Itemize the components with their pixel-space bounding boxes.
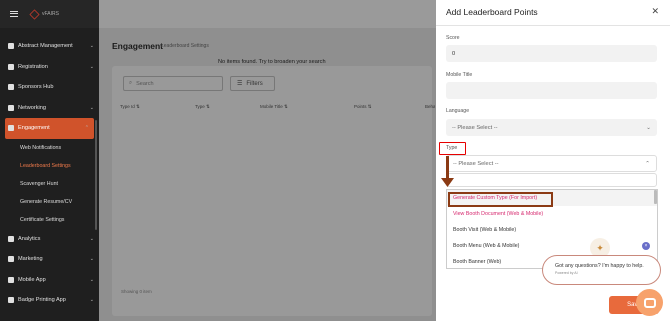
- annotation-arrow-icon: [441, 156, 454, 187]
- column-header[interactable]: Type ⇅: [195, 104, 260, 114]
- sidebar-subitem-leaderboard-settings[interactable]: Leaderboard Settings: [0, 157, 99, 175]
- column-header[interactable]: Type Id ⇅: [120, 104, 195, 114]
- sidebar-subitem-generate-resume[interactable]: Generate Resume/CV: [0, 193, 99, 211]
- logo-mark-icon: [29, 8, 40, 20]
- column-header[interactable]: Points ⇅: [354, 104, 425, 114]
- menu-icon[interactable]: [10, 11, 18, 17]
- chevron-up-icon: ⌃: [84, 125, 89, 132]
- sidebar-scrollbar[interactable]: [95, 120, 97, 230]
- chat-launcher-button[interactable]: [636, 289, 663, 316]
- mobile-title-label: Mobile Title: [446, 72, 473, 78]
- logo-text: vFAIRS: [42, 11, 59, 17]
- table-header: Type Id ⇅ Type ⇅ Mobile Title ⇅ Points ⇅…: [120, 104, 435, 114]
- column-header[interactable]: Beha: [425, 104, 435, 114]
- sidebar-item-label: Networking: [18, 104, 46, 111]
- sidebar-item-engagement[interactable]: Engagement ⌃: [5, 118, 94, 139]
- item-count: Showing 0 item: [121, 289, 152, 294]
- chevron-up-icon: ⌃: [645, 160, 650, 167]
- sidebar-item-sponsors-hub[interactable]: Sponsors Hub: [0, 77, 99, 98]
- chevron-down-icon: ⌄: [646, 124, 651, 131]
- language-select[interactable]: -- Please Select -- ⌄: [446, 119, 657, 136]
- analytics-icon: [8, 235, 14, 242]
- sidebar-item-registration[interactable]: Registration ⌄: [0, 57, 99, 78]
- sidebar-item-mobile-app[interactable]: Mobile App ⌄: [0, 270, 99, 291]
- dropdown-scrollbar[interactable]: [654, 190, 657, 204]
- filters-label: Filters: [246, 80, 263, 87]
- sidebar-item-label: Sponsors Hub: [18, 84, 54, 91]
- search-input[interactable]: ⌕ Search: [123, 76, 223, 91]
- sponsor-icon: [8, 84, 14, 91]
- sidebar-item-label: Badge Printing App: [18, 297, 66, 304]
- mobile-title-field[interactable]: [446, 82, 657, 99]
- column-header[interactable]: Mobile Title ⇅: [260, 104, 354, 114]
- close-icon[interactable]: ✕: [651, 6, 659, 17]
- type-annotation-box: [439, 142, 466, 155]
- chevron-down-icon: ⌄: [89, 276, 94, 283]
- dropdown-option[interactable]: View Booth Document (Web & Mobile): [447, 206, 657, 222]
- dropdown-option[interactable]: Booth Menu (Web & Mobile): [447, 238, 657, 254]
- drawer-title: Add Leaderboard Points: [446, 7, 538, 17]
- document-icon: [8, 43, 14, 50]
- language-value: -- Please Select --: [452, 124, 498, 131]
- sidebar-subitem-certificate-settings[interactable]: Certificate Settings: [0, 211, 99, 229]
- sidebar-item-marketing[interactable]: Marketing ⌄: [0, 249, 99, 270]
- table-card: ⌕ Search ☰ Filters Type Id ⇅ Type ⇅ Mobi…: [112, 66, 435, 316]
- type-select[interactable]: -- Please Select -- ⌃: [446, 155, 657, 172]
- sidebar: vFAIRS Abstract Management ⌄ Registratio…: [0, 0, 99, 321]
- search-icon: ⌕: [129, 80, 133, 86]
- marketing-icon: [8, 256, 14, 263]
- network-icon: [8, 104, 14, 111]
- chevron-down-icon: ⌄: [89, 104, 94, 111]
- sidebar-item-label: Analytics: [18, 235, 41, 242]
- filters-button[interactable]: ☰ Filters: [230, 76, 275, 91]
- user-icon: [8, 63, 14, 70]
- option-annotation-box: [448, 192, 553, 207]
- type-search-input[interactable]: [446, 173, 657, 187]
- search-placeholder: Search: [136, 80, 154, 87]
- language-label: Language: [446, 108, 470, 114]
- sidebar-item-label: Marketing: [18, 256, 43, 263]
- engagement-icon: [8, 125, 14, 132]
- score-label: Score: [446, 35, 460, 41]
- page-title: Engagement: [112, 41, 164, 51]
- score-field[interactable]: 0: [446, 45, 657, 62]
- sidebar-item-label: Abstract Management: [18, 43, 73, 50]
- breadcrumb: Leaderboard Settings: [161, 43, 209, 49]
- minimize-icon[interactable]: ×: [642, 242, 650, 250]
- sidebar-item-label: Registration: [18, 63, 48, 70]
- sidebar-nav: Abstract Management ⌄ Registration ⌄ Spo…: [0, 36, 99, 311]
- chat-powered-by: Powered by AI: [555, 271, 578, 275]
- sidebar-item-analytics[interactable]: Analytics ⌄: [0, 229, 99, 250]
- chat-bubble[interactable]: Got any questions? I'm happy to help. Po…: [542, 255, 661, 285]
- sidebar-subitem-web-notifications[interactable]: Web Notifications: [0, 139, 99, 157]
- dropdown-option[interactable]: Booth Visit (Web & Mobile): [447, 222, 657, 238]
- sidebar-item-abstract-management[interactable]: Abstract Management ⌄: [0, 36, 99, 57]
- chevron-down-icon: ⌄: [89, 235, 94, 242]
- chat-icon: [643, 297, 656, 308]
- chevron-down-icon: ⌄: [89, 43, 94, 50]
- empty-state: No items found. Try to broaden your sear…: [218, 59, 326, 65]
- sidebar-item-badge-printing-app[interactable]: Badge Printing App ⌄: [0, 290, 99, 311]
- chevron-down-icon: ⌄: [89, 256, 94, 263]
- chevron-down-icon: ⌄: [89, 297, 94, 304]
- sidebar-item-label: Engagement: [18, 125, 50, 132]
- main-content: Engagement Leaderboard Settings ⌕ Search…: [99, 28, 436, 321]
- chat-message: Got any questions? I'm happy to help.: [555, 263, 644, 269]
- sidebar-item-label: Mobile App: [18, 276, 46, 283]
- sidebar-subitem-scavenger-hunt[interactable]: Scavenger Hunt: [0, 175, 99, 193]
- badge-icon: [8, 297, 14, 304]
- chevron-down-icon: ⌄: [89, 63, 94, 70]
- mobile-icon: [8, 276, 14, 283]
- divider: [436, 25, 670, 26]
- logo: vFAIRS: [29, 8, 59, 20]
- filter-icon: ☰: [237, 81, 243, 87]
- type-value: -- Please Select --: [453, 160, 499, 167]
- sidebar-item-networking[interactable]: Networking ⌄: [0, 98, 99, 119]
- sidebar-header: vFAIRS: [0, 0, 99, 28]
